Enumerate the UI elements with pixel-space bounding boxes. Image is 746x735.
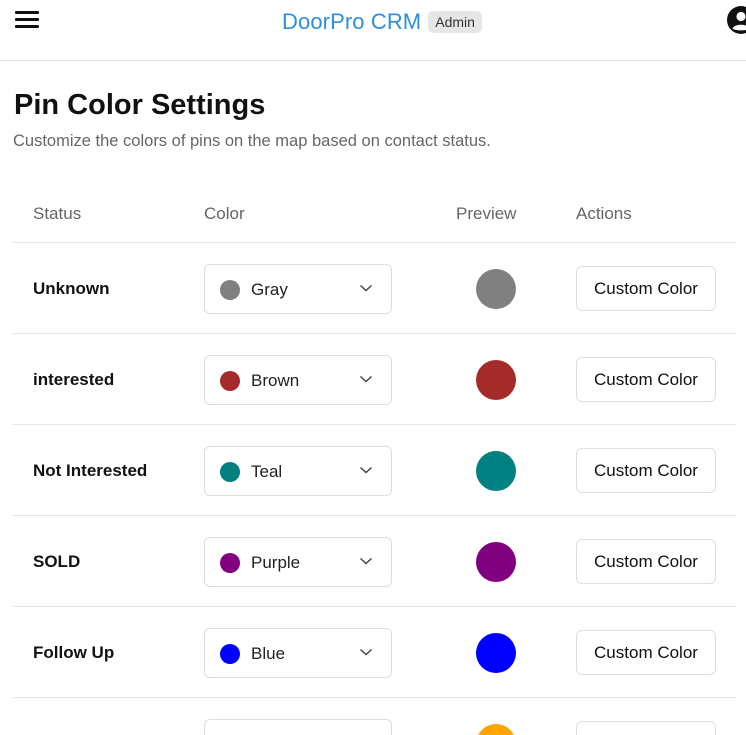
color-select[interactable]: Gray (204, 264, 392, 314)
chevron-down-icon (359, 284, 373, 292)
table-row: Not Interested Teal Custom Color (13, 425, 736, 516)
color-select-value: Teal (251, 462, 283, 481)
custom-color-button[interactable] (576, 721, 716, 735)
custom-color-button[interactable]: Custom Color (576, 266, 716, 311)
custom-color-button[interactable]: Custom Color (576, 357, 716, 402)
admin-badge: Admin (428, 11, 482, 33)
color-select[interactable] (204, 719, 392, 735)
chevron-down-icon (359, 466, 373, 474)
custom-color-button[interactable]: Custom Color (576, 448, 716, 493)
color-swatch (220, 644, 240, 664)
column-header-preview: Preview (456, 204, 517, 223)
color-select-value: Blue (251, 644, 286, 663)
top-navigation-bar: DoorPro CRM Admin (0, 0, 746, 61)
column-header-actions: Actions (576, 204, 632, 223)
page-title: Pin Color Settings (14, 89, 266, 121)
chevron-down-icon (359, 375, 373, 383)
custom-color-button[interactable]: Custom Color (576, 539, 716, 584)
custom-color-button[interactable]: Custom Color (576, 630, 716, 675)
table-row: interested Brown Custom Color (13, 334, 736, 425)
color-swatch (220, 280, 240, 300)
color-select[interactable]: Brown (204, 355, 392, 405)
color-select[interactable]: Teal (204, 446, 392, 496)
chevron-down-icon (359, 557, 373, 565)
color-preview-pin (476, 451, 516, 491)
table-row (13, 698, 736, 735)
color-select[interactable]: Purple (204, 537, 392, 587)
status-label: Unknown (33, 279, 110, 298)
color-select[interactable]: Blue (204, 628, 392, 678)
user-circle-icon[interactable] (727, 6, 746, 34)
color-preview-pin (476, 269, 516, 309)
brand: DoorPro CRM Admin (282, 8, 482, 36)
color-preview-pin (476, 724, 516, 735)
chevron-down-icon (359, 648, 373, 656)
column-header-color: Color (204, 204, 245, 223)
table-header: Status Color Preview Actions (13, 186, 736, 243)
color-select-value: Gray (251, 280, 288, 299)
app-title[interactable]: DoorPro CRM (282, 9, 421, 35)
hamburger-menu-icon[interactable] (15, 10, 39, 30)
status-label: SOLD (33, 552, 81, 571)
color-swatch (220, 553, 240, 573)
page-subtitle: Customize the colors of pins on the map … (13, 132, 491, 150)
color-swatch (220, 462, 240, 482)
table-row: SOLD Purple Custom Color (13, 516, 736, 607)
color-select-value: Brown (251, 371, 300, 390)
column-header-status: Status (33, 204, 82, 223)
color-swatch (220, 371, 240, 391)
color-select-value: Purple (251, 553, 301, 572)
status-label: Follow Up (33, 643, 115, 662)
status-label: interested (33, 370, 115, 389)
table-row: Unknown Gray Custom Color (13, 243, 736, 334)
color-preview-pin (476, 360, 516, 400)
color-preview-pin (476, 633, 516, 673)
status-label: Not Interested (33, 461, 148, 480)
color-preview-pin (476, 542, 516, 582)
table-row: Follow Up Blue Custom Color (13, 607, 736, 698)
